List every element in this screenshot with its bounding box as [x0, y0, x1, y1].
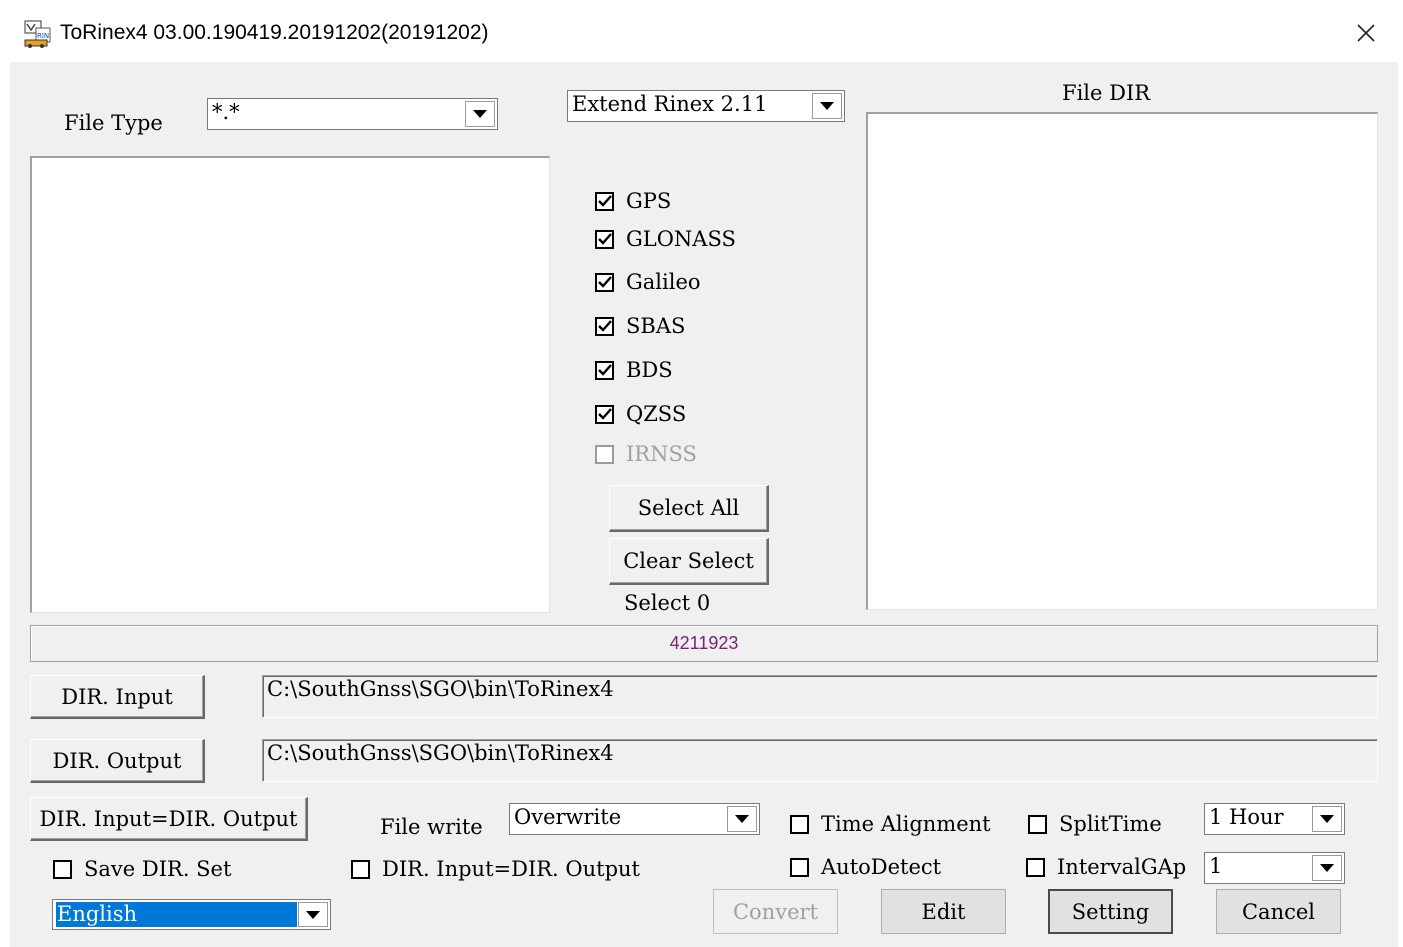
bds-label: BDS: [626, 358, 673, 382]
dir-input-button[interactable]: DIR. Input: [30, 675, 205, 719]
checkbox-box[interactable]: [595, 191, 614, 211]
checkbox-box[interactable]: [595, 272, 614, 292]
select-count: Select 0: [624, 591, 711, 615]
auto-detect-checkbox[interactable]: AutoDetect: [790, 854, 941, 880]
file-type-select[interactable]: *.*: [207, 98, 498, 130]
irnss-checkbox: IRNSS: [595, 441, 697, 467]
dir-output-button[interactable]: DIR. Output: [30, 739, 205, 783]
file-list[interactable]: [30, 156, 550, 613]
file-write-dropdown-button[interactable]: [727, 806, 757, 832]
checkmark-icon: [597, 276, 612, 288]
interval-gap-value: 1: [1209, 854, 1223, 878]
qzss-checkbox[interactable]: QZSS: [595, 401, 686, 427]
gps-label: GPS: [626, 189, 672, 213]
checkbox-box[interactable]: [53, 859, 72, 879]
chevron-down-icon: [306, 910, 320, 919]
close-button[interactable]: [1346, 14, 1386, 52]
convert-button[interactable]: Convert: [713, 889, 838, 934]
file-dir-label: File DIR: [1062, 81, 1151, 105]
chevron-down-icon: [735, 815, 749, 823]
checkmark-icon: [597, 408, 612, 420]
select-all-button[interactable]: Select All: [609, 485, 769, 532]
interval-gap-label: IntervalGAp: [1057, 855, 1187, 879]
checkbox-box[interactable]: [595, 404, 614, 424]
dir-input-path[interactable]: C:\SouthGnss\SGO\bin\ToRinex4: [262, 675, 1378, 718]
chevron-down-icon: [473, 110, 487, 118]
split-time-checkbox[interactable]: SplitTime: [1028, 811, 1162, 837]
language-value: English: [56, 902, 297, 927]
checkmark-icon: [597, 233, 612, 245]
file-type-value: *.*: [212, 100, 240, 124]
rinex-version-select[interactable]: Extend Rinex 2.11: [567, 90, 845, 122]
gps-checkbox[interactable]: GPS: [595, 188, 671, 214]
status-bar: 4211923: [30, 625, 1378, 662]
interval-gap-select[interactable]: 1: [1204, 852, 1345, 884]
checkbox-box[interactable]: [790, 857, 809, 877]
app-icon: RIN: [24, 18, 54, 48]
file-write-label: File write: [380, 815, 483, 839]
file-write-value: Overwrite: [514, 805, 622, 829]
status-value: 4211923: [669, 633, 739, 653]
split-time-dropdown-button[interactable]: [1312, 806, 1342, 832]
interval-gap-dropdown-button[interactable]: [1312, 855, 1342, 881]
checkbox-box[interactable]: [1026, 857, 1045, 877]
svg-text:RIN: RIN: [37, 32, 49, 40]
setting-button[interactable]: Setting: [1048, 889, 1173, 934]
checkbox-box: [595, 444, 614, 464]
dir-input-equals-output-label: DIR. Input=DIR. Output: [382, 857, 640, 881]
dir-input-equals-output-button[interactable]: DIR. Input=DIR. Output: [30, 797, 308, 841]
irnss-label: IRNSS: [626, 442, 697, 466]
checkbox-box[interactable]: [595, 360, 614, 380]
split-time-label: SplitTime: [1059, 812, 1162, 836]
split-time-select[interactable]: 1 Hour: [1204, 803, 1345, 835]
interval-gap-checkbox[interactable]: IntervalGAp: [1026, 854, 1186, 880]
checkbox-box[interactable]: [595, 229, 614, 249]
file-dir-tree[interactable]: [866, 112, 1378, 610]
window-title: ToRinex4 03.00.190419.20191202(20191202): [60, 21, 489, 44]
edit-button[interactable]: Edit: [881, 889, 1006, 934]
rinex-version-dropdown-button[interactable]: [812, 93, 842, 119]
checkbox-box[interactable]: [790, 814, 809, 834]
chevron-down-icon: [1320, 815, 1334, 823]
cancel-button[interactable]: Cancel: [1216, 889, 1341, 934]
dir-output-path[interactable]: C:\SouthGnss\SGO\bin\ToRinex4: [262, 739, 1378, 782]
checkbox-box[interactable]: [595, 316, 614, 336]
glonass-label: GLONASS: [626, 227, 736, 251]
language-select[interactable]: English: [52, 899, 331, 930]
sbas-checkbox[interactable]: SBAS: [595, 313, 685, 339]
clear-select-button[interactable]: Clear Select: [609, 538, 769, 585]
split-time-value: 1 Hour: [1209, 805, 1284, 829]
checkbox-box[interactable]: [351, 859, 370, 879]
window-left-edge: [0, 62, 10, 947]
galileo-label: Galileo: [626, 270, 701, 294]
bds-checkbox[interactable]: BDS: [595, 357, 673, 383]
file-type-label: File Type: [64, 111, 163, 135]
file-type-dropdown-button[interactable]: [465, 101, 495, 127]
dir-input-equals-output-checkbox[interactable]: DIR. Input=DIR. Output: [351, 856, 640, 882]
time-alignment-label: Time Alignment: [821, 812, 991, 836]
close-icon: [1357, 24, 1375, 42]
rinex-version-value: Extend Rinex 2.11: [572, 92, 768, 116]
time-alignment-checkbox[interactable]: Time Alignment: [790, 811, 991, 837]
language-dropdown-button[interactable]: [298, 902, 328, 927]
checkmark-icon: [597, 195, 612, 207]
save-dir-set-label: Save DIR. Set: [84, 857, 232, 881]
qzss-label: QZSS: [626, 402, 687, 426]
checkmark-icon: [597, 364, 612, 376]
auto-detect-label: AutoDetect: [821, 855, 942, 879]
galileo-checkbox[interactable]: Galileo: [595, 269, 701, 295]
glonass-checkbox[interactable]: GLONASS: [595, 226, 736, 252]
checkmark-icon: [597, 320, 612, 332]
chevron-down-icon: [1320, 864, 1334, 872]
checkbox-box[interactable]: [1028, 814, 1047, 834]
file-write-select[interactable]: Overwrite: [509, 803, 760, 835]
window-right-edge: [1398, 62, 1403, 947]
save-dir-set-checkbox[interactable]: Save DIR. Set: [53, 856, 231, 882]
sbas-label: SBAS: [626, 314, 686, 338]
chevron-down-icon: [820, 102, 834, 110]
